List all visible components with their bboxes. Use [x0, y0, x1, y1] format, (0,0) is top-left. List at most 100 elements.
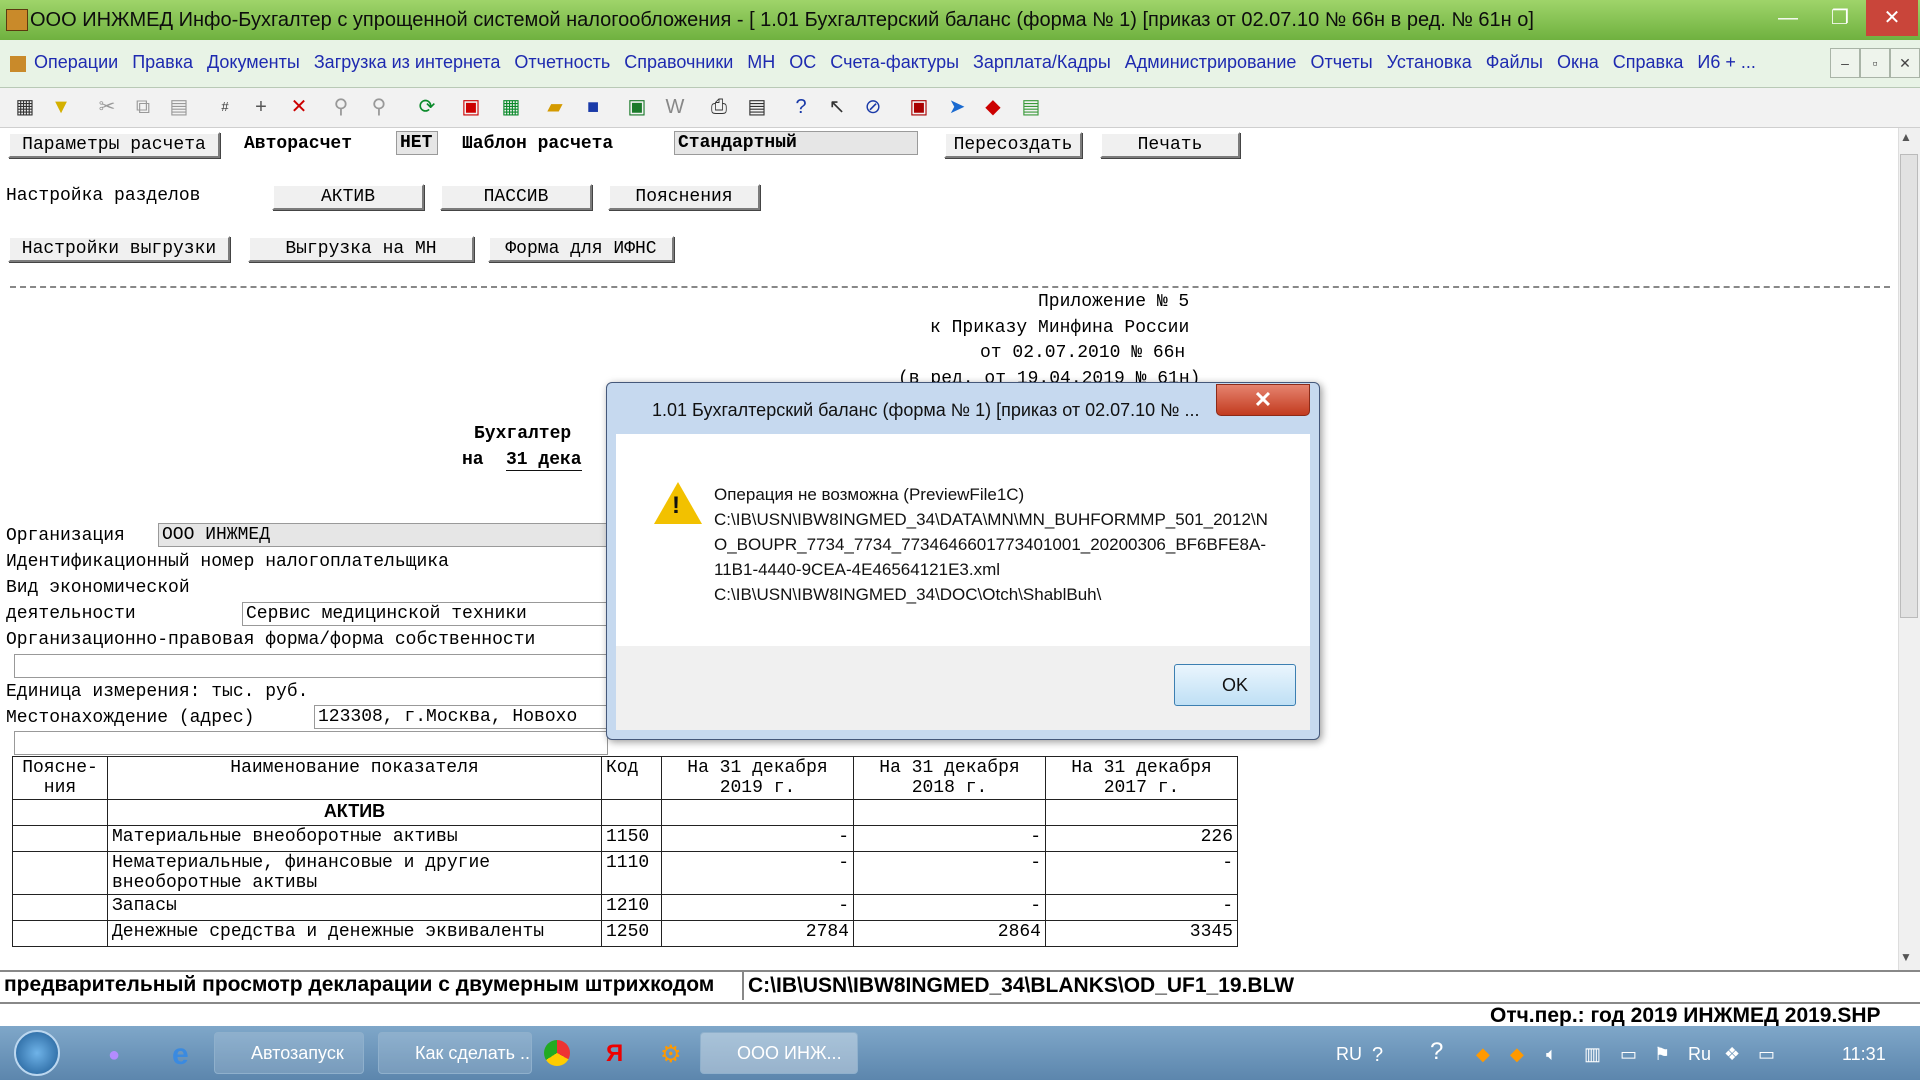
- menu-item-help[interactable]: Справка: [1613, 52, 1684, 73]
- cell-2019[interactable]: -: [661, 825, 854, 852]
- menu-item-install[interactable]: Установка: [1387, 52, 1472, 73]
- minimize-button[interactable]: —: [1762, 0, 1814, 36]
- cortana-icon[interactable]: ●: [108, 1044, 120, 1067]
- ifns-form-button[interactable]: Форма для ИФНС: [488, 236, 674, 262]
- mdi-close-button[interactable]: ✕: [1890, 48, 1920, 78]
- template-field[interactable]: Стандартный: [674, 131, 918, 155]
- tray-language[interactable]: RU: [1336, 1044, 1362, 1065]
- export-mn-button[interactable]: Выгрузка на МН: [248, 236, 474, 262]
- menu-item-i6[interactable]: И6 + ...: [1697, 52, 1755, 73]
- address-field[interactable]: 123308, г.Москва, Новохо: [314, 705, 608, 729]
- cell-2017[interactable]: -: [1045, 851, 1238, 895]
- delete-icon[interactable]: ✕: [284, 92, 314, 122]
- tray-app2-icon[interactable]: ◆: [1510, 1044, 1524, 1065]
- scroll-down-icon[interactable]: ▼: [1900, 950, 1912, 964]
- start-button[interactable]: [14, 1030, 60, 1076]
- menu-item-admin[interactable]: Администрирование: [1125, 52, 1297, 73]
- acrobat-icon[interactable]: ◆: [978, 92, 1008, 122]
- scrollbar-thumb[interactable]: [1900, 154, 1918, 618]
- save-icon[interactable]: ■: [578, 92, 608, 122]
- task-app[interactable]: ООО ИНЖ...: [700, 1032, 858, 1074]
- cell-2018[interactable]: -: [853, 894, 1046, 921]
- compass-icon[interactable]: ⊘: [858, 92, 888, 122]
- menu-item-edit[interactable]: Правка: [132, 52, 193, 73]
- menu-item-mn[interactable]: МН: [747, 52, 775, 73]
- table-icon[interactable]: ▦: [10, 92, 40, 122]
- tray-clock[interactable]: 11:31: [1842, 1044, 1886, 1065]
- menu-item-operations[interactable]: Операции: [34, 52, 118, 73]
- pin-icon[interactable]: ⚲: [326, 92, 356, 122]
- settings-icon[interactable]: ⚙: [660, 1040, 682, 1069]
- restore-button[interactable]: ❐: [1814, 0, 1866, 36]
- cell-notes[interactable]: [12, 920, 108, 947]
- copy-icon[interactable]: ⧉: [128, 92, 158, 122]
- context-help-icon[interactable]: ↖: [822, 92, 852, 122]
- bird-icon[interactable]: ➤: [942, 92, 972, 122]
- tray-flag-icon[interactable]: ⚑: [1654, 1044, 1670, 1065]
- tray-help-icon[interactable]: ?: [1372, 1044, 1383, 1067]
- cell-2018[interactable]: -: [853, 825, 1046, 852]
- menu-item-documents[interactable]: Документы: [207, 52, 300, 73]
- scroll-up-icon[interactable]: ▲: [1900, 130, 1912, 144]
- add-icon[interactable]: +: [246, 92, 276, 122]
- cell-2019[interactable]: [661, 799, 854, 826]
- cell-2018[interactable]: -: [853, 851, 1046, 895]
- tray-monitor-icon[interactable]: ▭: [1758, 1044, 1775, 1065]
- params-button[interactable]: Параметры расчета: [8, 132, 220, 158]
- preview-icon[interactable]: ▤: [742, 92, 772, 122]
- yandex-icon[interactable]: Я: [606, 1040, 623, 1068]
- cell-notes[interactable]: [12, 825, 108, 852]
- app-icon[interactable]: [6, 9, 28, 31]
- notes-button[interactable]: Пояснения: [608, 184, 760, 210]
- menu-item-salary[interactable]: Зарплата/Кадры: [973, 52, 1111, 73]
- tray-app-icon[interactable]: ◆: [1476, 1044, 1490, 1065]
- filter-icon[interactable]: ▼: [46, 92, 76, 122]
- cell-2019[interactable]: 2784: [661, 920, 854, 947]
- calculator-icon[interactable]: ▦: [496, 92, 526, 122]
- task-firefox[interactable]: Как сделать ...: [378, 1032, 532, 1074]
- mdi-restore-button[interactable]: ▫: [1860, 48, 1890, 78]
- export-settings-button[interactable]: Настройки выгрузки: [8, 236, 230, 262]
- recreate-button[interactable]: Пересоздать: [944, 132, 1082, 158]
- cell-2018[interactable]: [853, 799, 1046, 826]
- menu-item-os[interactable]: ОС: [789, 52, 816, 73]
- refresh-icon[interactable]: ⟳: [412, 92, 442, 122]
- ok-button[interactable]: OK: [1174, 664, 1296, 706]
- menu-item-files[interactable]: Файлы: [1486, 52, 1543, 73]
- pin2-icon[interactable]: ⚲: [364, 92, 394, 122]
- menu-item-invoices[interactable]: Счета-фактуры: [830, 52, 959, 73]
- activity-field[interactable]: Сервис медицинской техники: [242, 602, 608, 626]
- notepad-icon[interactable]: ▤: [1016, 92, 1046, 122]
- legal-form-field[interactable]: [14, 654, 608, 678]
- tray-dropbox-icon[interactable]: ❖: [1724, 1044, 1740, 1065]
- tray-language-2[interactable]: Ru: [1688, 1044, 1711, 1065]
- menu-item-reporting[interactable]: Отчетность: [514, 52, 610, 73]
- tray-usb-icon[interactable]: ▭: [1620, 1044, 1637, 1065]
- chrome-icon[interactable]: [544, 1040, 570, 1066]
- pdf-icon[interactable]: ▣: [456, 92, 486, 122]
- cell-2018[interactable]: 2864: [853, 920, 1046, 947]
- cell-notes[interactable]: [12, 894, 108, 921]
- cell-2017[interactable]: -: [1045, 894, 1238, 921]
- close-button[interactable]: ✕: [1866, 0, 1918, 36]
- cell-2017[interactable]: 226: [1045, 825, 1238, 852]
- cell-2019[interactable]: -: [661, 894, 854, 921]
- excel-icon[interactable]: ▣: [622, 92, 652, 122]
- autocalc-field[interactable]: НЕТ: [396, 131, 438, 155]
- cell-2019[interactable]: -: [661, 851, 854, 895]
- cell-2017[interactable]: [1045, 799, 1238, 826]
- tray-network-icon[interactable]: ▥: [1584, 1044, 1601, 1065]
- task-autorun[interactable]: Автозапуск: [214, 1032, 364, 1074]
- number-icon[interactable]: #: [210, 92, 240, 122]
- mdi-minimize-button[interactable]: –: [1830, 48, 1860, 78]
- cell-2017[interactable]: 3345: [1045, 920, 1238, 947]
- active-button[interactable]: АКТИВ: [272, 184, 424, 210]
- module-icon[interactable]: ▣: [904, 92, 934, 122]
- menu-item-windows[interactable]: Окна: [1557, 52, 1599, 73]
- open-folder-icon[interactable]: ▰: [540, 92, 570, 122]
- menu-item-internet-load[interactable]: Загрузка из интернета: [314, 52, 501, 73]
- tray-volume-icon[interactable]: 🔈︎: [1546, 1044, 1557, 1065]
- print-icon[interactable]: ⎙: [704, 92, 734, 122]
- word-icon[interactable]: W: [660, 92, 690, 122]
- passive-button[interactable]: ПАССИВ: [440, 184, 592, 210]
